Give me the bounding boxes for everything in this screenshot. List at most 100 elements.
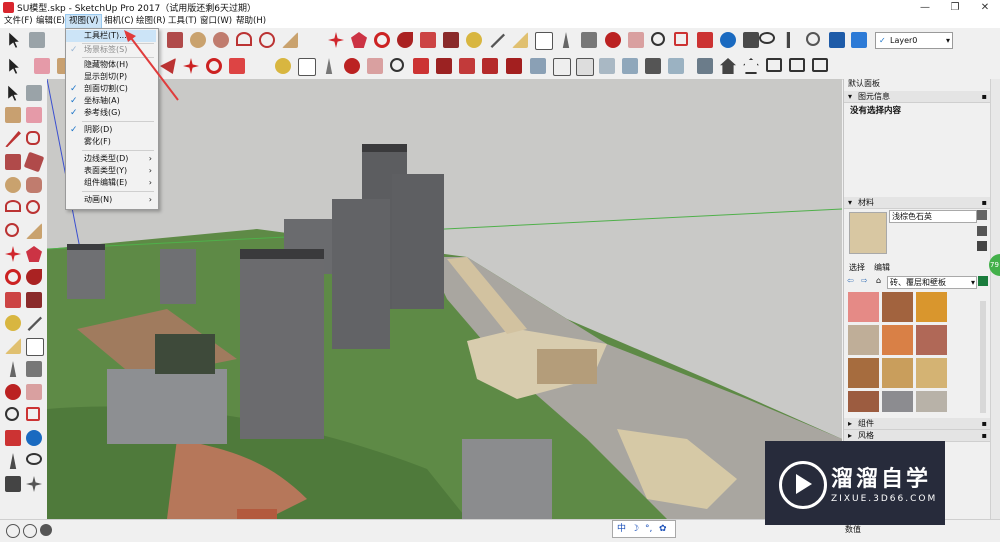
position-camera-icon[interactable] — [743, 32, 759, 48]
back-arrow-icon[interactable]: ⇦ — [847, 276, 854, 285]
close-button[interactable]: ✕ — [970, 0, 1000, 15]
xray-style-icon[interactable] — [530, 58, 546, 74]
dimension-tool-icon[interactable] — [27, 316, 42, 331]
swatch-8[interactable] — [882, 358, 913, 388]
scale-tool-icon[interactable] — [5, 292, 21, 308]
swatch-5[interactable] — [882, 325, 913, 355]
components-header[interactable]: ▸ 组件 ▪ — [844, 418, 991, 430]
arc-tool-icon[interactable] — [236, 32, 252, 46]
menu-camera[interactable]: 相机(C) — [101, 15, 137, 28]
polygon-tool-icon[interactable] — [213, 32, 229, 48]
menu-window[interactable]: 窗口(W) — [197, 15, 235, 28]
layer-manager-icon[interactable] — [851, 32, 867, 48]
swatch-2[interactable] — [882, 292, 913, 322]
view-menu-item-animation[interactable]: 动画(N) › — [66, 194, 156, 206]
freehand-tool-icon[interactable] — [26, 131, 40, 145]
home-icon[interactable]: ⌂ — [876, 276, 881, 285]
model-material-icon[interactable] — [977, 210, 987, 220]
text-tool-icon[interactable] — [535, 32, 553, 50]
left-view-icon[interactable] — [789, 58, 805, 72]
circle-tool-icon[interactable] — [5, 177, 21, 193]
swatch-6[interactable] — [916, 325, 947, 355]
swatch-9[interactable] — [916, 358, 947, 388]
move-tool-icon[interactable] — [5, 246, 21, 262]
zoom-extents-icon[interactable] — [697, 32, 713, 48]
select-tool-icon[interactable] — [9, 58, 19, 74]
select-tool-icon[interactable] — [8, 85, 18, 101]
arc-tool-icon[interactable] — [5, 200, 21, 212]
rotate-tool-icon[interactable] — [206, 58, 222, 74]
offset-tool-icon[interactable] — [443, 32, 459, 48]
pan-tool-icon[interactable] — [367, 58, 383, 74]
view-menu-item-shadows[interactable]: ✓ 阴影(D) — [66, 124, 156, 136]
front-view-icon[interactable] — [720, 58, 736, 74]
share-model-icon[interactable] — [459, 58, 475, 74]
create-material-icon[interactable] — [977, 226, 987, 236]
view-menu-item-face-style[interactable]: 表面类型(Y) › — [66, 165, 156, 177]
arc3-tool-icon[interactable] — [5, 223, 19, 237]
tape-measure-icon[interactable] — [275, 58, 291, 74]
section-plane-icon[interactable] — [806, 32, 820, 46]
bottom-view-icon[interactable] — [812, 58, 828, 72]
text-tool-icon[interactable] — [26, 338, 44, 356]
pie-tool-icon[interactable] — [26, 223, 42, 239]
instructor-icon[interactable] — [40, 524, 52, 536]
layer-select[interactable]: ✓ Layer0 ▾ — [875, 32, 953, 49]
shaded-style-icon[interactable] — [599, 58, 615, 74]
materials-tab-select[interactable]: 选择 — [849, 262, 865, 273]
move-tool-icon[interactable] — [328, 32, 344, 48]
axes-tool-icon[interactable] — [562, 32, 570, 48]
close-icon[interactable]: ▪ — [982, 418, 987, 429]
menu-draw[interactable]: 绘图(R) — [133, 15, 169, 28]
zoom-tool-icon[interactable] — [5, 407, 19, 421]
view-menu-item-edge-style[interactable]: 边线类型(D) › — [66, 153, 156, 165]
layout-send-icon[interactable] — [506, 58, 522, 74]
zoom-extents-icon[interactable] — [5, 430, 21, 446]
view-menu-item-fog[interactable]: 雾化(F) — [66, 136, 156, 148]
previous-view-icon[interactable] — [26, 430, 42, 446]
entity-info-header[interactable]: ▾ 图元信息 ▪ — [844, 91, 991, 103]
swatch-4[interactable] — [848, 325, 879, 355]
close-icon[interactable]: ▪ — [982, 197, 987, 208]
followme-tool-icon[interactable] — [397, 32, 413, 48]
model-viewport[interactable] — [47, 79, 842, 519]
look-around-icon[interactable] — [759, 32, 775, 44]
rotate-tool-icon[interactable] — [374, 32, 390, 48]
back-view-icon[interactable] — [766, 58, 782, 72]
menu-view[interactable]: 视图(V) — [65, 14, 103, 29]
zoom-tool-icon[interactable] — [651, 32, 665, 46]
menu-edit[interactable]: 编辑(E) — [33, 15, 68, 28]
swatch-12[interactable] — [916, 391, 947, 412]
tray-scrollbar[interactable] — [990, 79, 1000, 519]
arc2-tool-icon[interactable] — [26, 200, 40, 214]
menu-help[interactable]: 帮助(H) — [233, 15, 269, 28]
rotated-rectangle-icon[interactable] — [23, 151, 45, 173]
zoom-extents-icon[interactable] — [413, 58, 429, 74]
wireframe-style-icon[interactable] — [553, 58, 571, 76]
component-tool-icon[interactable] — [29, 32, 45, 48]
pie-tool-icon[interactable] — [282, 32, 298, 48]
forward-arrow-icon[interactable]: ⇨ — [861, 276, 868, 285]
protractor-tool-icon[interactable] — [512, 32, 528, 48]
swatch-11[interactable] — [882, 391, 913, 412]
swatch-7[interactable] — [848, 358, 879, 388]
scale-tool-icon[interactable] — [229, 58, 245, 74]
zoom-window-icon[interactable] — [26, 407, 40, 421]
ime-toolbar[interactable]: 中 ☽ °, ✿ — [612, 520, 676, 538]
minimize-button[interactable]: — — [910, 0, 940, 15]
maximize-button[interactable]: ❐ — [940, 0, 970, 15]
pan-tool-icon[interactable] — [26, 384, 42, 400]
scale-tool-icon[interactable] — [420, 32, 436, 48]
walk-tool-icon[interactable] — [5, 476, 21, 492]
pushpull-tool-icon[interactable] — [351, 32, 367, 48]
component-tool-icon[interactable] — [26, 85, 42, 101]
swatch-scrollbar[interactable] — [980, 301, 986, 413]
right-view-icon[interactable] — [743, 58, 759, 74]
offset-tool-icon[interactable] — [26, 292, 42, 308]
select-tool-icon[interactable] — [9, 32, 19, 48]
tape-measure-icon[interactable] — [5, 315, 21, 331]
extension-warehouse-icon[interactable] — [482, 58, 498, 74]
polygon-tool-icon[interactable] — [26, 177, 42, 193]
iso-view-icon[interactable] — [668, 58, 684, 74]
hidden-line-style-icon[interactable] — [576, 58, 594, 76]
